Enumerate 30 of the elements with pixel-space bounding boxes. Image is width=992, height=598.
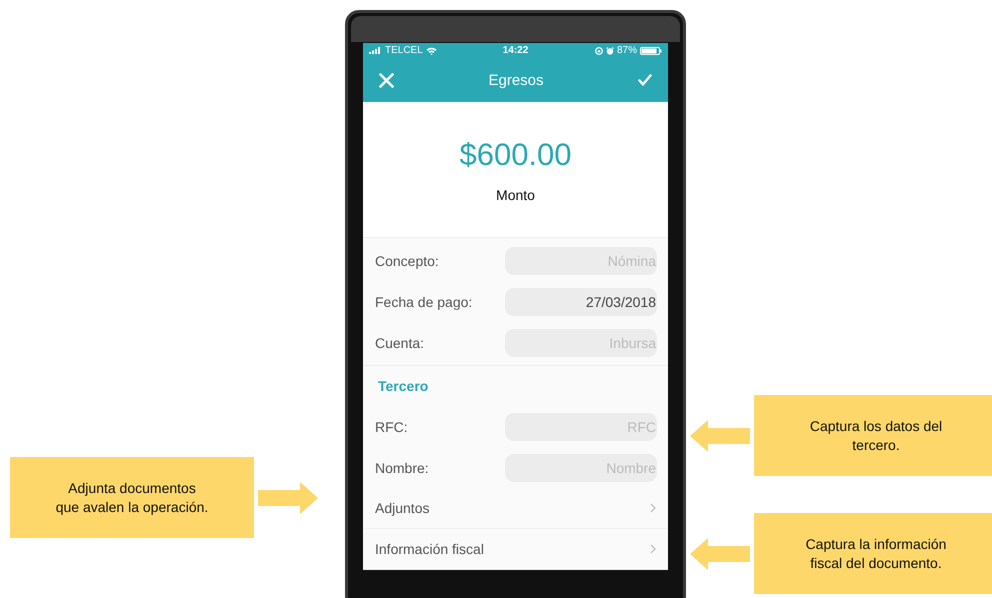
section-title: Tercero xyxy=(378,378,428,394)
arrow-icon xyxy=(690,420,750,452)
signal-icon xyxy=(369,47,382,54)
callout-note: Captura la información fiscal del documento. xyxy=(754,513,992,594)
wifi-icon xyxy=(426,46,437,55)
status-time: 14:22 xyxy=(502,45,528,56)
field-label: Concepto: xyxy=(375,252,440,268)
chevron-icon xyxy=(650,503,656,513)
field-label: Cuenta: xyxy=(375,334,426,350)
checkmark-icon[interactable] xyxy=(638,74,652,86)
callout-note: Adjunta documentos que avalen la operación. xyxy=(10,457,254,538)
arrow-icon xyxy=(690,538,750,570)
input-field[interactable]: 27/03/2018 xyxy=(505,288,657,316)
battery-percentage: 87% xyxy=(617,45,638,56)
callout-note: Captura los datos del tercero. xyxy=(754,395,992,476)
field-label: Nombre: xyxy=(375,460,430,476)
field-label: Fecha de pago: xyxy=(375,294,474,310)
list-item[interactable]: Adjuntos xyxy=(363,488,668,529)
screen-title: Egresos xyxy=(487,72,545,89)
rotation-lock-icon xyxy=(595,46,603,55)
chevron-icon xyxy=(650,544,656,554)
amount-value: $600.00 xyxy=(459,136,572,173)
carrier-name: TELCEL xyxy=(385,45,423,56)
close-icon[interactable] xyxy=(379,72,394,88)
amount-label: Monto xyxy=(496,186,535,203)
field-label: RFC: xyxy=(375,418,409,434)
alarm-icon xyxy=(606,46,614,55)
list-item[interactable]: Información fiscal xyxy=(363,529,668,570)
battery-icon xyxy=(640,46,662,55)
arrow-icon xyxy=(258,482,318,514)
